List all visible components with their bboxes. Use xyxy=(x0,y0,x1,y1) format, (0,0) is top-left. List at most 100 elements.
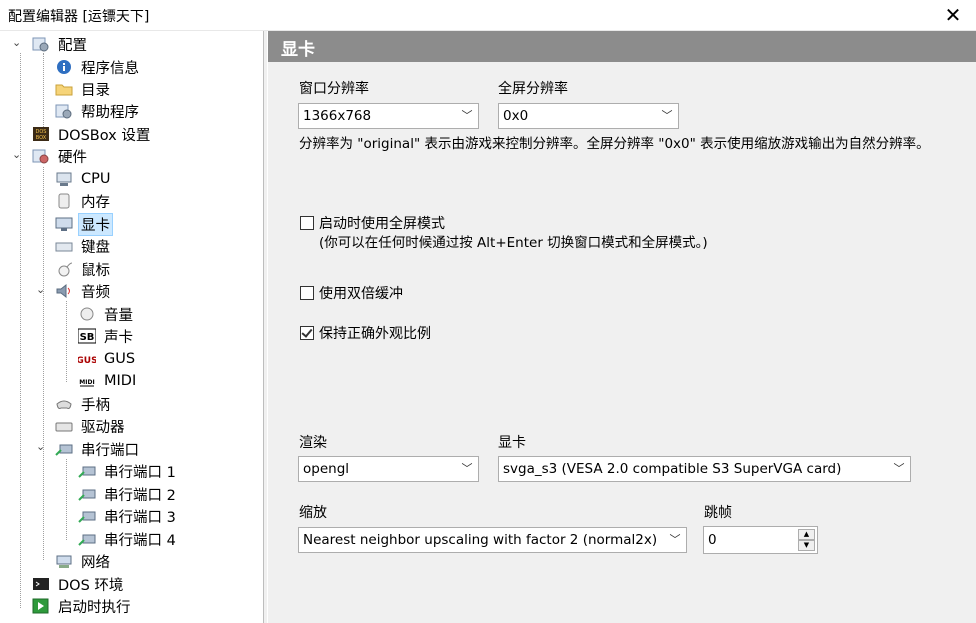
computer-icon xyxy=(55,171,73,187)
tree-guide xyxy=(43,167,44,560)
aspect-ratio-label[interactable]: 保持正确外观比例 xyxy=(319,323,431,343)
tree-label: DOSBox 设置 xyxy=(58,127,151,144)
gus-logo-icon: GUS xyxy=(76,351,97,367)
tree-guide xyxy=(66,301,67,382)
gamepad-icon xyxy=(55,396,73,412)
tree-item-helper[interactable]: 帮助程序 xyxy=(55,100,142,122)
tree-item-dosbox-settings[interactable]: DOS BOX DOSBox 设置 xyxy=(32,123,153,145)
title-bar: 配置编辑器 [运镖天下] ✕ xyxy=(0,0,976,31)
chevron-down-icon[interactable]: ⌄ xyxy=(36,283,48,296)
aspect-ratio-checkbox[interactable] xyxy=(300,326,314,340)
video-card-label: 显卡 xyxy=(498,435,526,451)
tree-guide xyxy=(66,459,67,540)
chevron-down-icon[interactable]: ⌄ xyxy=(12,148,24,161)
render-select[interactable]: opengl ﹀ xyxy=(298,456,479,482)
panel-title: 显卡 xyxy=(281,40,315,60)
drive-icon xyxy=(55,418,73,434)
serial-port-icon xyxy=(78,486,96,502)
tree-item-midi[interactable]: MIDI MIDI xyxy=(78,370,139,392)
window-resolution-label: 窗口分辨率 xyxy=(299,81,369,97)
chevron-down-icon[interactable]: ⌄ xyxy=(36,440,48,453)
tree-label: 鼠标 xyxy=(81,262,110,279)
tree-item-audio[interactable]: 音频 xyxy=(55,280,113,302)
video-card-select[interactable]: svga_s3 (VESA 2.0 compatible S3 SuperVGA… xyxy=(498,456,911,482)
chevron-down-icon: ﹀ xyxy=(661,109,673,122)
frameskip-label: 跳帧 xyxy=(704,505,732,521)
chevron-down-icon[interactable]: ⌄ xyxy=(12,36,24,49)
window-resolution-select[interactable]: 1366x768 ﹀ xyxy=(298,103,479,129)
tree-label: 音频 xyxy=(81,284,110,301)
tree-label: 帮助程序 xyxy=(81,104,139,121)
tree-item-directory[interactable]: 目录 xyxy=(55,78,113,100)
tree-item-program-info[interactable]: 程序信息 xyxy=(55,56,142,78)
tree-item-drives[interactable]: 驱动器 xyxy=(55,415,128,437)
svg-text:BOX: BOX xyxy=(36,135,47,141)
tree-label: 内存 xyxy=(81,194,110,211)
select-value: 1366x768 xyxy=(303,108,372,124)
select-value: Nearest neighbor upscaling with factor 2… xyxy=(303,532,658,548)
tree-item-autoexec[interactable]: 启动时执行 xyxy=(32,595,134,617)
tree-item-network[interactable]: 网络 xyxy=(55,550,113,572)
tree-item-gus[interactable]: GUS GUS xyxy=(76,348,138,370)
tree-label: 启动时执行 xyxy=(58,599,131,616)
tree-item-dos-env[interactable]: DOS 环境 xyxy=(32,573,126,595)
tree-item-joystick[interactable]: 手柄 xyxy=(55,393,113,415)
fullscreen-start-checkbox[interactable] xyxy=(300,216,314,230)
svg-text:MIDI: MIDI xyxy=(79,379,94,386)
splitter[interactable] xyxy=(264,31,267,623)
tree-item-config[interactable]: 配置 xyxy=(32,33,90,55)
volume-knob-icon xyxy=(78,306,96,322)
tree-item-cpu[interactable]: CPU xyxy=(55,168,113,190)
tree-item-mouse[interactable]: 鼠标 xyxy=(55,258,113,280)
settings-tree[interactable]: ⌄ 配置 程序信息 目录 帮助程序 DOS BOX DOSBox 设置 ⌄ 硬件 … xyxy=(0,31,267,623)
tree-label: 手柄 xyxy=(81,397,110,414)
fullscreen-resolution-select[interactable]: 0x0 ﹀ xyxy=(498,103,679,129)
double-buffer-label[interactable]: 使用双倍缓冲 xyxy=(319,283,403,303)
keyboard-icon xyxy=(55,238,73,254)
render-label: 渲染 xyxy=(299,435,327,451)
select-value: 0x0 xyxy=(503,108,529,124)
window-title: 配置编辑器 [运镖天下] xyxy=(8,9,150,25)
double-buffer-checkbox[interactable] xyxy=(300,286,314,300)
soundblaster-logo-icon: SB xyxy=(77,328,97,344)
serial-port-icon xyxy=(55,441,73,457)
mouse-icon xyxy=(55,261,73,277)
tree-item-serial[interactable]: 串行端口 xyxy=(55,438,142,460)
panel-header: 显卡 xyxy=(268,31,976,62)
tree-item-keyboard[interactable]: 键盘 xyxy=(55,235,113,257)
svg-text:GUS: GUS xyxy=(78,356,96,366)
svg-text:SB: SB xyxy=(80,332,95,343)
terminal-icon xyxy=(32,576,50,592)
tree-label: 串行端口 3 xyxy=(104,509,176,526)
tree-label: 目录 xyxy=(81,82,110,99)
tree-label: 配置 xyxy=(58,37,87,54)
midi-logo-icon: MIDI xyxy=(78,373,96,389)
tree-item-serial-2[interactable]: 串行端口 2 xyxy=(78,483,179,505)
tree-label: 串行端口 1 xyxy=(104,464,176,481)
frameskip-spinbox[interactable]: 0 ▲ ▼ xyxy=(703,526,818,554)
tree-label: 硬件 xyxy=(58,149,87,166)
network-icon xyxy=(55,553,73,569)
gear-icon xyxy=(32,36,50,52)
tree-item-hardware[interactable]: 硬件 xyxy=(32,145,90,167)
spin-down-button[interactable]: ▼ xyxy=(798,540,815,551)
tree-item-volume[interactable]: 音量 xyxy=(78,303,136,325)
tree-item-serial-4[interactable]: 串行端口 4 xyxy=(78,528,179,550)
spin-up-button[interactable]: ▲ xyxy=(798,529,815,540)
close-icon: ✕ xyxy=(944,3,962,27)
tree-item-serial-3[interactable]: 串行端口 3 xyxy=(78,505,179,527)
tree-item-sound-card[interactable]: SB 声卡 xyxy=(77,325,136,347)
tree-label: 音量 xyxy=(104,307,133,324)
resolution-description: 分辨率为 "original" 表示由游戏来控制分辨率。全屏分辨率 "0x0" … xyxy=(299,136,930,152)
close-button[interactable]: ✕ xyxy=(930,0,976,31)
run-icon xyxy=(32,598,50,614)
scaler-select[interactable]: Nearest neighbor upscaling with factor 2… xyxy=(298,527,687,553)
tree-item-serial-1[interactable]: 串行端口 1 xyxy=(78,460,179,482)
tree-label: 网络 xyxy=(81,554,110,571)
tree-item-graphics[interactable]: 显卡 xyxy=(55,212,113,236)
tree-label: DOS 环境 xyxy=(58,577,124,594)
tree-label: 串行端口 4 xyxy=(104,532,176,549)
chevron-down-icon: ﹀ xyxy=(669,533,681,546)
fullscreen-start-label[interactable]: 启动时使用全屏模式 xyxy=(319,213,445,233)
tree-item-memory[interactable]: 内存 xyxy=(55,190,113,212)
